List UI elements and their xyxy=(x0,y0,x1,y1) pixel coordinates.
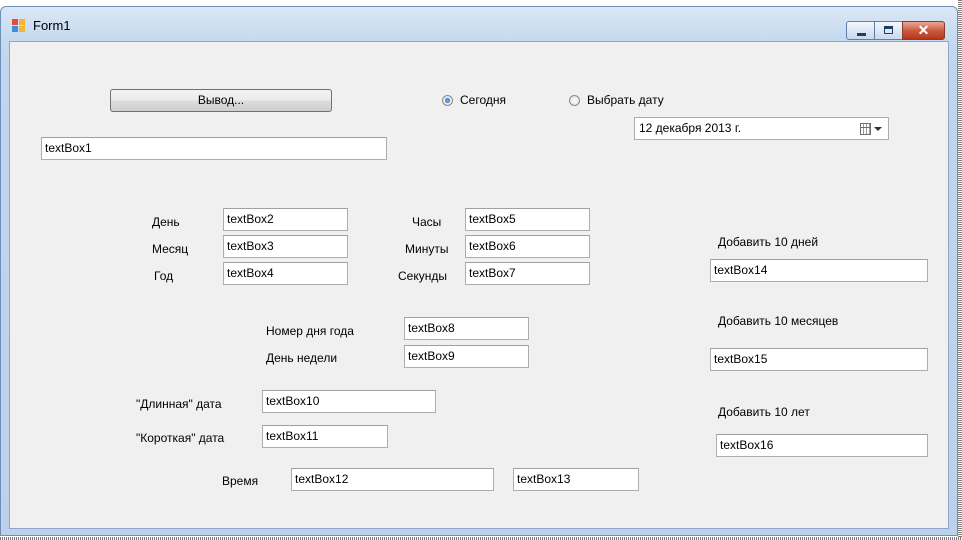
textbox-4[interactable]: textBox4 xyxy=(223,262,348,285)
weekday-label: День недели xyxy=(266,351,338,365)
long-date-label: "Длинная" дата xyxy=(136,397,222,411)
seconds-label: Секунды xyxy=(398,269,447,283)
maximize-button[interactable] xyxy=(874,21,903,40)
radio-today-indicator[interactable] xyxy=(442,94,453,106)
radio-pick-date-indicator[interactable] xyxy=(569,94,580,106)
day-of-year-label: Номер дня года xyxy=(266,324,354,338)
short-date-label: "Короткая" дата xyxy=(136,431,225,445)
form-client-area: Вывод... Сегодня Выбрать дату 12 декабря… xyxy=(9,41,949,529)
textbox-8[interactable]: textBox8 xyxy=(404,317,529,340)
close-button[interactable]: ✕ xyxy=(902,21,945,40)
time-label: Время xyxy=(222,474,259,488)
radio-pick-date[interactable]: Выбрать дату xyxy=(569,93,664,107)
window-title: Form1 xyxy=(33,18,71,33)
textbox-2[interactable]: textBox2 xyxy=(223,208,348,231)
month-label: Месяц xyxy=(152,242,189,256)
minimize-icon xyxy=(857,33,866,36)
window-controls: ✕ xyxy=(846,21,945,40)
minutes-label: Минуты xyxy=(405,242,449,256)
textbox-5[interactable]: textBox5 xyxy=(465,208,590,231)
output-button[interactable]: Вывод... xyxy=(110,89,332,112)
minimize-button[interactable] xyxy=(846,21,875,40)
calendar-dropdown-icon[interactable] xyxy=(860,122,882,136)
form-icon xyxy=(12,19,28,33)
textbox-7[interactable]: textBox7 xyxy=(465,262,590,285)
textbox-12[interactable]: textBox12 xyxy=(291,468,494,491)
year-label: Год xyxy=(154,269,174,283)
close-icon: ✕ xyxy=(917,22,930,38)
hours-label: Часы xyxy=(412,215,442,229)
add-years-label: Добавить 10 лет xyxy=(718,405,810,419)
radio-pick-date-label: Выбрать дату xyxy=(587,93,664,107)
radio-today[interactable]: Сегодня xyxy=(442,93,506,107)
add-months-label: Добавить 10 месяцев xyxy=(718,314,839,328)
designer-border-right xyxy=(958,0,962,540)
textbox-13[interactable]: textBox13 xyxy=(513,468,639,491)
textbox-1[interactable]: textBox1 xyxy=(41,137,387,160)
textbox-6[interactable]: textBox6 xyxy=(465,235,590,258)
textbox-3[interactable]: textBox3 xyxy=(223,235,348,258)
add-days-label: Добавить 10 дней xyxy=(718,235,819,249)
textbox-16[interactable]: textBox16 xyxy=(716,434,928,457)
title-bar[interactable]: Form1 ✕ xyxy=(1,7,957,41)
textbox-11[interactable]: textBox11 xyxy=(262,425,388,448)
textbox-9[interactable]: textBox9 xyxy=(404,345,529,368)
day-label: День xyxy=(152,215,180,229)
textbox-10[interactable]: textBox10 xyxy=(262,390,436,413)
date-picker-value: 12 декабря 2013 г. xyxy=(639,121,742,135)
textbox-15[interactable]: textBox15 xyxy=(710,348,928,371)
maximize-icon xyxy=(884,26,893,34)
date-picker[interactable]: 12 декабря 2013 г. xyxy=(634,117,889,140)
textbox-14[interactable]: textBox14 xyxy=(710,259,928,282)
form-window: Form1 ✕ Вывод... Сегодня Выбрать дату 12… xyxy=(0,6,958,536)
radio-today-label: Сегодня xyxy=(460,93,506,107)
